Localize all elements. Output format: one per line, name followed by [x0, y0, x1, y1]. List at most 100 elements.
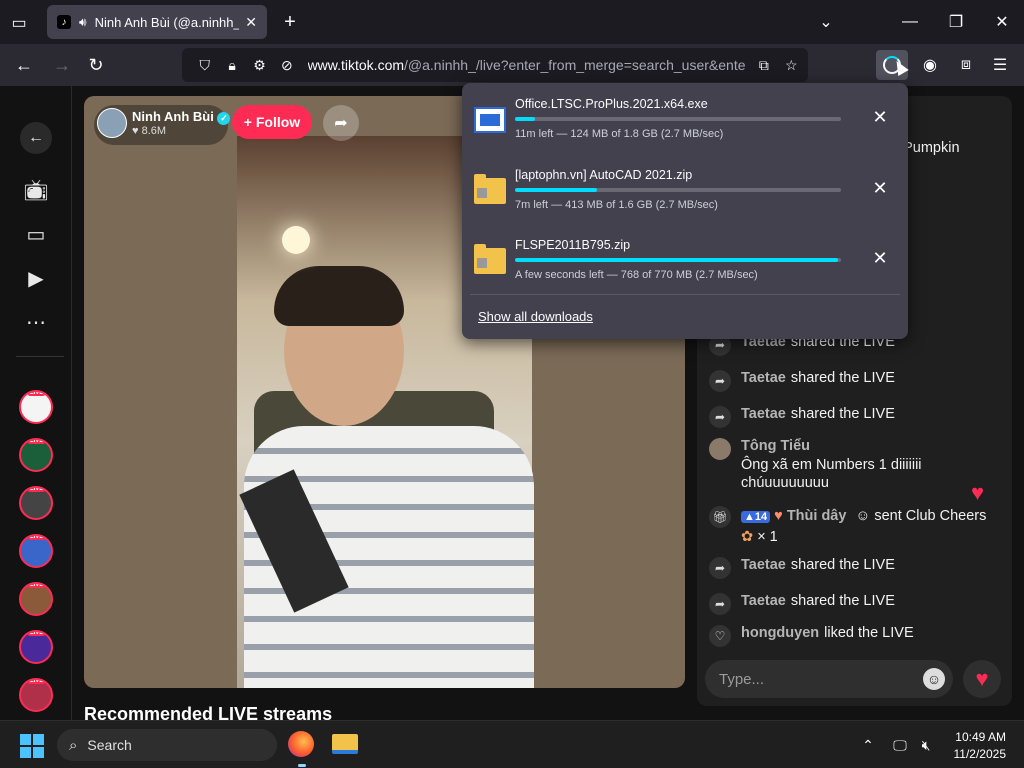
share-icon: ➦: [709, 557, 731, 579]
video-person-hair: [274, 266, 404, 326]
more-icon[interactable]: ⋯: [20, 306, 52, 338]
live-avatar[interactable]: LIVE: [19, 486, 53, 520]
download-progress-bar: [515, 117, 841, 121]
live-badge: LIVE: [28, 534, 46, 540]
download-item[interactable]: FLSPE2011B795.zip A few seconds left — 7…: [462, 224, 908, 294]
tab-list-icon[interactable]: ▭: [8, 12, 30, 34]
emoji-icon: ☺: [855, 508, 871, 524]
host-name[interactable]: Ninh Anh Bùi ✓: [132, 109, 231, 125]
download-item[interactable]: Office.LTSC.ProPlus.2021.x64.exe 11m lef…: [462, 83, 908, 153]
chat-gift-message: 🎁︎ ▲14 ♥ Thùi dây ☺ sent Club Cheers ✿ ×…: [709, 506, 1005, 547]
menu-icon[interactable]: ☰: [988, 53, 1012, 77]
lock-icon[interactable]: 🔒︎: [221, 54, 242, 76]
live-avatar[interactable]: LIVE: [19, 390, 53, 424]
windows-start-icon[interactable]: [20, 734, 44, 758]
chat-message: ♡ hongduyen liked the LIVE: [709, 625, 1005, 647]
back-icon[interactable]: ←: [12, 53, 36, 77]
network-icon[interactable]: 🖵︎: [890, 735, 910, 755]
chat-username[interactable]: Thùi dây: [787, 508, 847, 524]
live-avatar[interactable]: LIVE: [19, 534, 53, 568]
share-icon: ➦: [709, 406, 731, 428]
account-icon[interactable]: ◉: [918, 53, 942, 77]
host-avatar[interactable]: [97, 108, 127, 138]
close-window-button[interactable]: ✕: [990, 10, 1014, 34]
forward-icon[interactable]: →: [50, 53, 74, 77]
exe-file-icon: [474, 107, 506, 133]
zip-folder-icon: [474, 174, 506, 204]
close-tab-icon[interactable]: ✕: [245, 14, 257, 31]
download-status: A few seconds left — 768 of 770 MB (2.7 …: [515, 269, 758, 281]
chat-message: ➦ Taetae shared the LIVE: [709, 557, 1005, 579]
download-item[interactable]: [laptophn.vn] AutoCAD 2021.zip 7m left —…: [462, 154, 908, 224]
volume-muted-icon[interactable]: 🔇︎: [916, 735, 936, 755]
bookmark-star-icon[interactable]: ☆: [781, 54, 802, 76]
search-label: Search: [87, 737, 132, 753]
fan-badge-icon: ♥: [774, 508, 783, 524]
download-filename: [laptophn.vn] AutoCAD 2021.zip: [515, 168, 693, 182]
permissions-icon[interactable]: ⚙: [249, 54, 270, 76]
show-all-downloads-link[interactable]: Show all downloads: [478, 309, 593, 324]
follow-button[interactable]: + Follow: [232, 105, 312, 139]
taskbar-search[interactable]: ⌕ Search: [57, 729, 277, 761]
restore-button[interactable]: ❐: [944, 10, 968, 34]
clock-date[interactable]: 11/2/2025: [940, 747, 1007, 761]
new-tab-button[interactable]: +: [278, 10, 302, 34]
firefox-icon[interactable]: [288, 731, 314, 757]
chat-text: shared the LIVE: [790, 557, 895, 573]
live-tv-icon[interactable]: 📺︎: [20, 174, 52, 206]
downloads-divider: [470, 294, 900, 295]
live-avatar[interactable]: LIVE: [19, 438, 53, 472]
chat-text: liked the LIVE: [824, 625, 914, 641]
emoji-button[interactable]: ☺: [923, 668, 945, 690]
download-status: 7m left — 413 MB of 1.6 GB (2.7 MB/sec): [515, 199, 718, 211]
like-heart-button[interactable]: ♥: [963, 660, 1001, 698]
search-icon: ⌕: [69, 736, 78, 754]
clock-time[interactable]: 10:49 AM: [950, 730, 1006, 744]
shield-icon[interactable]: ⛉: [194, 54, 215, 76]
chat-message: Tông Tiểu Ông xã em Numbers 1 diiiiiii c…: [709, 438, 1005, 492]
download-status: 11m left — 124 MB of 1.8 GB (2.7 MB/sec): [515, 128, 724, 140]
zip-folder-icon: [474, 244, 506, 274]
chat-text: Ông xã em Numbers 1 diiiiiii chúuuuuuuuu: [741, 457, 922, 491]
chat-username[interactable]: Taetae: [741, 370, 786, 386]
cancel-download-icon[interactable]: ✕: [870, 178, 890, 198]
browser-tab[interactable]: ♪ 🔊︎ Ninh Anh Bùi (@a.ninhh_) is LIVE ✕: [47, 5, 267, 39]
tab-title: Ninh Anh Bùi (@a.ninhh_) is LIVE: [94, 14, 240, 30]
minimize-button[interactable]: —: [898, 10, 922, 34]
file-explorer-icon[interactable]: [332, 734, 358, 754]
chat-username[interactable]: Taetae: [741, 406, 786, 422]
host-info[interactable]: Ninh Anh Bùi ✓ ♥ 8.6M: [94, 105, 231, 145]
video-camera-icon[interactable]: ▭: [20, 218, 52, 250]
video-ceiling-light: [282, 226, 310, 254]
back-arrow-icon[interactable]: ←: [20, 122, 52, 154]
live-avatar[interactable]: LIVE: [19, 630, 53, 664]
live-avatar[interactable]: LIVE: [19, 678, 53, 712]
user-avatar[interactable]: [709, 438, 731, 460]
explore-play-icon[interactable]: ▶: [20, 262, 52, 294]
address-bar[interactable]: ⛉ 🔒︎ ⚙ ⊘ www.tiktok.com/@a.ninhh_/live?e…: [182, 48, 808, 82]
chat-text: shared the LIVE: [790, 593, 895, 609]
chat-username[interactable]: Taetae: [741, 557, 786, 573]
speaker-icon[interactable]: 🔊︎: [79, 15, 87, 30]
chat-input[interactable]: Type...: [705, 660, 953, 698]
download-progress-bar: [515, 188, 841, 192]
cancel-download-icon[interactable]: ✕: [870, 248, 890, 268]
chevron-up-icon[interactable]: ⌃: [858, 735, 878, 755]
picture-in-picture-icon[interactable]: ⧉: [753, 54, 774, 76]
chat-username[interactable]: Tông Tiểu: [741, 438, 936, 454]
autoplay-blocked-icon[interactable]: ⊘: [276, 54, 297, 76]
reload-icon[interactable]: ↻: [84, 53, 108, 77]
download-progress-bar: [515, 258, 841, 262]
chat-message: ➦ Taetae shared the LIVE: [709, 406, 1005, 428]
share-icon[interactable]: ➦: [323, 105, 359, 141]
share-icon: ➦: [709, 370, 731, 392]
extensions-icon[interactable]: ⧈: [954, 53, 978, 77]
url-text[interactable]: www.tiktok.com/@a.ninhh_/live?enter_from…: [308, 57, 746, 73]
download-filename: Office.LTSC.ProPlus.2021.x64.exe: [515, 97, 708, 111]
chat-username[interactable]: hongduyen: [741, 625, 819, 641]
chat-message: ➦ Taetae shared the LIVE: [709, 370, 1005, 392]
chevron-down-icon[interactable]: ⌄: [814, 10, 838, 34]
chat-username[interactable]: Taetae: [741, 593, 786, 609]
live-avatar[interactable]: LIVE: [19, 582, 53, 616]
cancel-download-icon[interactable]: ✕: [870, 107, 890, 127]
